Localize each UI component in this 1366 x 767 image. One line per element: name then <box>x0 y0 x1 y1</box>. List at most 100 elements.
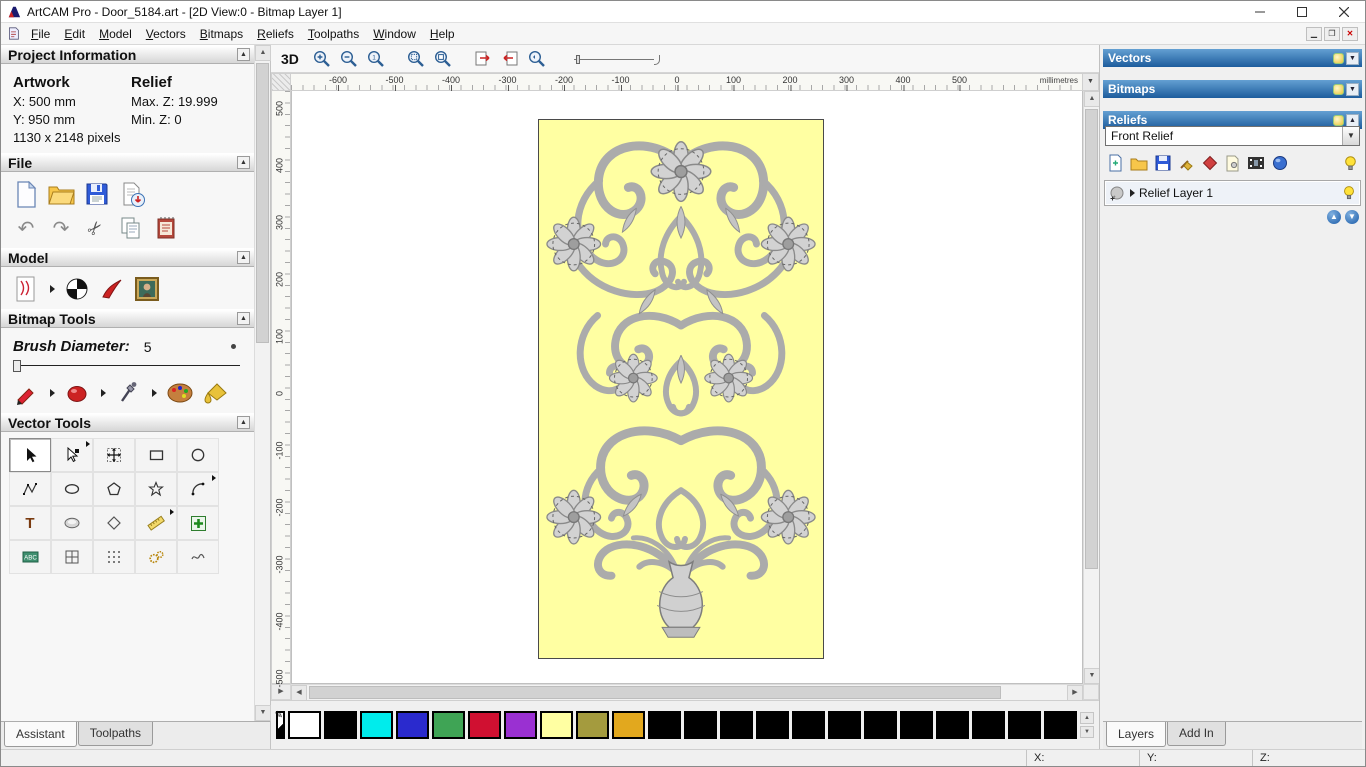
palette-swatch-11[interactable] <box>684 711 717 739</box>
palette-swatch-5[interactable] <box>468 711 501 739</box>
menu-item-bitmaps[interactable]: Bitmaps <box>193 24 250 44</box>
vectors-section-header[interactable]: Vectors ▼ <box>1103 49 1362 67</box>
relief-selector[interactable]: Front Relief ▼ <box>1105 126 1360 146</box>
copy-button[interactable] <box>118 214 144 242</box>
chevron-down-icon[interactable]: ▼ <box>1342 127 1359 145</box>
scroll-up-icon[interactable]: ▲ <box>255 45 271 61</box>
open-file-button[interactable] <box>48 180 75 208</box>
layer-name[interactable]: Relief Layer 1 <box>1139 186 1338 200</box>
slider-track[interactable] <box>13 365 240 366</box>
rectangle-tool[interactable] <box>135 438 177 472</box>
palette-scroll-up-icon[interactable]: ▲ <box>1080 712 1094 724</box>
zoom-scale-button[interactable]: 1 <box>364 48 388 70</box>
clean-layer-button[interactable] <box>1178 155 1195 172</box>
menu-item-vectors[interactable]: Vectors <box>139 24 193 44</box>
zoom-out-button[interactable] <box>337 48 361 70</box>
primary-secondary-colour-swatch[interactable]: ✎ <box>275 710 285 739</box>
view-slider-handle[interactable] <box>575 54 580 64</box>
offset-vector-tool[interactable] <box>93 506 135 540</box>
move-layer-up-button[interactable]: ▲ <box>1327 210 1341 224</box>
assistant-scroll-track[interactable] <box>255 61 270 705</box>
new-file-button[interactable] <box>13 180 39 208</box>
expand-vectors-icon[interactable]: ▼ <box>1346 51 1359 65</box>
assistant-scroll-thumb[interactable] <box>256 63 269 343</box>
zoom-window-button[interactable] <box>404 48 428 70</box>
smooth-relief-button[interactable] <box>99 275 125 303</box>
invert-relief-button[interactable] <box>64 275 90 303</box>
undo-button[interactable]: ↶ <box>13 214 39 242</box>
palette-swatch-3[interactable] <box>396 711 429 739</box>
palette-swatch-9[interactable] <box>612 711 645 739</box>
ruler-units-dropdown[interactable]: ▼ <box>1083 73 1099 91</box>
menu-item-window[interactable]: Window <box>366 24 423 44</box>
measure-tool[interactable] <box>135 506 177 540</box>
mdi-close-button[interactable]: ✕ <box>1342 26 1358 41</box>
menu-item-help[interactable]: Help <box>423 24 462 44</box>
star-tool[interactable] <box>135 472 177 506</box>
menu-item-toolpaths[interactable]: Toolpaths <box>301 24 366 44</box>
text-tool[interactable]: T <box>9 506 51 540</box>
flood-fill-button[interactable] <box>203 379 229 407</box>
set-model-size-button[interactable] <box>13 275 39 303</box>
notes-button[interactable] <box>153 214 179 242</box>
assistant-scrollbar[interactable]: ▲ ▼ <box>254 45 271 721</box>
menu-item-reliefs[interactable]: Reliefs <box>250 24 301 44</box>
palette-swatch-10[interactable] <box>648 711 681 739</box>
canvas-vertical-scrollbar[interactable]: ▲ ▼ <box>1083 91 1100 684</box>
canvas-hscroll-track[interactable] <box>307 685 1067 700</box>
menu-item-file[interactable]: File <box>24 24 57 44</box>
canvas-horizontal-scrollbar[interactable]: ▶ ◀ ▶ <box>271 684 1099 701</box>
abc-text-block-tool[interactable]: ABC <box>9 540 51 574</box>
ellipse-tool[interactable] <box>51 472 93 506</box>
wave-tool[interactable] <box>177 540 219 574</box>
panel-options-icon[interactable] <box>1333 83 1344 95</box>
maximize-button[interactable] <box>1281 1 1323 23</box>
view-3d-button[interactable]: 3D <box>279 51 307 67</box>
sphere-preview-button[interactable] <box>1272 155 1288 171</box>
zoom-previous-button[interactable] <box>525 48 549 70</box>
node-editing-tool[interactable] <box>51 438 93 472</box>
palette-swatch-0[interactable] <box>288 711 321 739</box>
slider-handle[interactable] <box>13 360 21 372</box>
view-slider[interactable] <box>573 51 660 67</box>
palette-swatch-19[interactable] <box>972 711 1005 739</box>
palette-swatch-16[interactable] <box>864 711 897 739</box>
palette-swatch-21[interactable] <box>1044 711 1077 739</box>
paint-button[interactable] <box>64 379 90 407</box>
gears-tool[interactable] <box>135 540 177 574</box>
canvas-hscroll-thumb[interactable] <box>309 686 1001 699</box>
zoom-fit-button[interactable] <box>431 48 455 70</box>
canvas-vscroll-track[interactable] <box>1084 107 1099 668</box>
palette-swatch-17[interactable] <box>900 711 933 739</box>
transform-vectors-tool[interactable] <box>93 438 135 472</box>
palette-swatch-6[interactable] <box>504 711 537 739</box>
collapse-bitmap-tools-button[interactable]: ▲ <box>237 312 250 325</box>
polyline-tool[interactable] <box>9 472 51 506</box>
menu-item-edit[interactable]: Edit <box>57 24 92 44</box>
save-button[interactable] <box>84 180 110 208</box>
save-layer-button[interactable] <box>1155 155 1171 171</box>
polygon-tool[interactable] <box>93 472 135 506</box>
tab-add-in[interactable]: Add In <box>1167 722 1226 746</box>
brush-diameter-slider[interactable] <box>13 357 240 373</box>
scroll-left-icon[interactable]: ◀ <box>291 685 307 701</box>
menu-item-model[interactable]: Model <box>92 24 139 44</box>
palette-swatch-8[interactable] <box>576 711 609 739</box>
pan-left-button[interactable] <box>498 48 522 70</box>
canvas-2d-view[interactable] <box>291 91 1083 684</box>
palette-swatch-13[interactable] <box>756 711 789 739</box>
palette-swatch-7[interactable] <box>540 711 573 739</box>
block-paste-tool[interactable] <box>177 506 219 540</box>
palette-swatch-1[interactable] <box>324 711 357 739</box>
colour-picker-button[interactable] <box>115 379 141 407</box>
expand-bitmaps-icon[interactable]: ▼ <box>1346 82 1359 96</box>
mdi-minimize-button[interactable]: ▁ <box>1306 26 1322 41</box>
palette-scroll-down-icon[interactable]: ▼ <box>1080 726 1094 738</box>
open-layer-button[interactable] <box>1130 156 1148 171</box>
palette-swatch-14[interactable] <box>792 711 825 739</box>
circle-tool[interactable] <box>177 438 219 472</box>
animate-layer-button[interactable] <box>1247 156 1265 170</box>
redo-button[interactable]: ↷ <box>48 214 74 242</box>
merge-layer-button[interactable] <box>1202 155 1218 171</box>
palette-swatch-15[interactable] <box>828 711 861 739</box>
